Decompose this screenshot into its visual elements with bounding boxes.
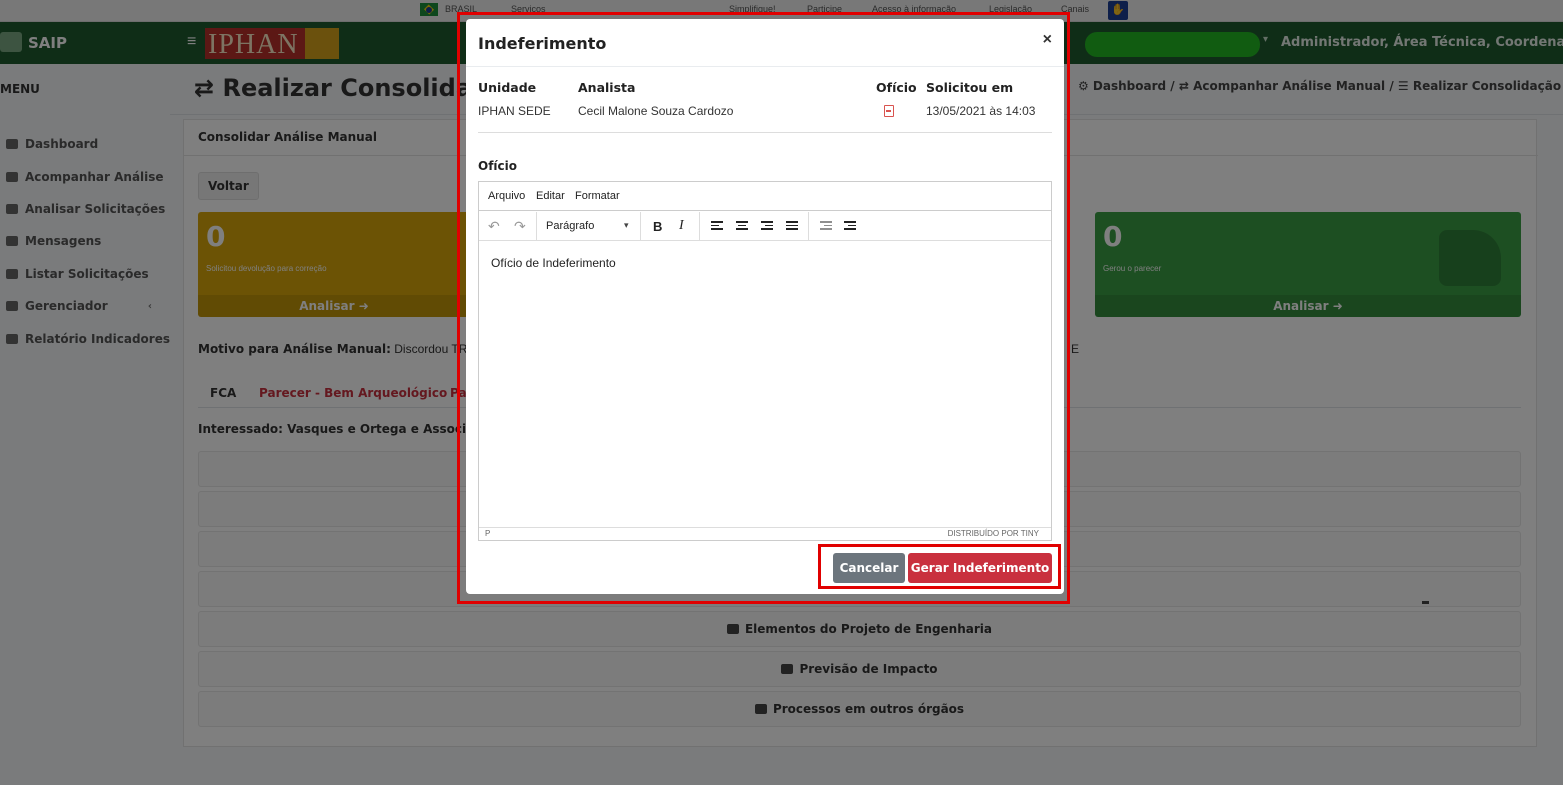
buttons-highlight-box [818, 544, 1061, 589]
cursor-mark [1422, 601, 1429, 604]
modal-highlight-box [457, 12, 1070, 604]
